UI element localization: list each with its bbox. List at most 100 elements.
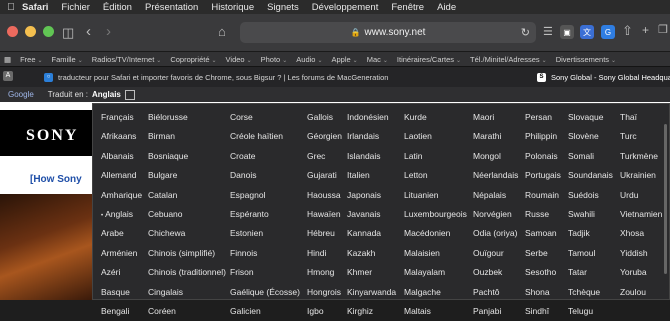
language-item[interactable]: Philippin — [525, 127, 561, 146]
language-item[interactable]: Espéranto — [230, 205, 300, 224]
language-item[interactable]: Turc — [620, 127, 662, 146]
tab-macgeneration[interactable]: ○ traducteur pour Safari et importer fav… — [44, 71, 534, 83]
language-item[interactable]: Mongol — [473, 147, 518, 166]
language-item[interactable]: Frison — [230, 263, 300, 282]
language-item[interactable]: Thaï — [620, 108, 662, 127]
fav-free[interactable]: Free ⌄ — [20, 55, 42, 64]
language-item[interactable]: Hawaïen — [307, 205, 342, 224]
language-item[interactable]: Birman — [148, 127, 226, 146]
close-window-button[interactable] — [7, 26, 18, 37]
language-item[interactable]: Luxembourgeois — [404, 205, 467, 224]
language-item[interactable]: Croate — [230, 147, 300, 166]
sony-logo[interactable]: SONY — [26, 127, 78, 145]
language-item[interactable]: Zoulou — [620, 283, 662, 302]
language-item[interactable]: Slovène — [568, 127, 613, 146]
language-item[interactable]: Bulgare — [148, 166, 226, 185]
fav-copropriete[interactable]: Copropriété ⌄ — [170, 55, 216, 64]
pinned-tab-icon[interactable]: A — [3, 71, 13, 81]
language-item[interactable]: Suédois — [568, 186, 613, 205]
language-item[interactable]: Polonais — [525, 147, 561, 166]
language-item[interactable]: Gallois — [307, 108, 342, 127]
language-item[interactable]: Gaélique (Écosse) — [230, 283, 300, 302]
dropdown-scrollbar[interactable] — [664, 124, 667, 274]
language-item[interactable]: Néerlandais — [473, 166, 518, 185]
language-item[interactable]: Chinois (traditionnel) — [148, 263, 226, 282]
language-item[interactable]: Népalais — [473, 186, 518, 205]
language-item[interactable]: Tatar — [568, 263, 613, 282]
language-item[interactable]: Laotien — [404, 127, 467, 146]
language-item[interactable]: Bosniaque — [148, 147, 226, 166]
language-item[interactable]: Persan — [525, 108, 561, 127]
language-item[interactable]: Ouïgour — [473, 244, 518, 263]
language-item[interactable]: Azéri — [101, 263, 142, 282]
language-item[interactable]: Somali — [568, 147, 613, 166]
language-item[interactable]: • Anglais — [101, 205, 142, 224]
language-item[interactable]: Xhosa — [620, 224, 662, 243]
fav-mac[interactable]: Mac ⌄ — [367, 55, 388, 64]
language-item[interactable]: Ouzbek — [473, 263, 518, 282]
language-item[interactable]: Basque — [101, 283, 142, 302]
menu-signets[interactable]: Signets — [267, 2, 299, 13]
language-item[interactable]: Danois — [230, 166, 300, 185]
language-item[interactable]: Corse — [230, 108, 300, 127]
fav-audio[interactable]: Audio ⌄ — [296, 55, 322, 64]
language-item[interactable]: Hébreu — [307, 224, 342, 243]
language-item[interactable]: Kurde — [404, 108, 467, 127]
grid-icon[interactable]: ▦ — [4, 55, 11, 64]
language-item[interactable]: Samoan — [525, 224, 561, 243]
language-item[interactable]: Pachtô — [473, 283, 518, 302]
language-item[interactable]: Kirghiz — [347, 302, 396, 321]
language-item[interactable]: Tadjik — [568, 224, 613, 243]
language-item[interactable]: Hongrois — [307, 283, 342, 302]
language-item[interactable]: Estonien — [230, 224, 300, 243]
tab-overview-icon[interactable]: ❐ — [658, 24, 668, 37]
language-item[interactable]: Shona — [525, 283, 561, 302]
language-item[interactable]: Français — [101, 108, 142, 127]
language-item[interactable]: Swahili — [568, 205, 613, 224]
language-item[interactable]: Odia (oriya) — [473, 224, 518, 243]
language-item[interactable]: Kannada — [347, 224, 396, 243]
language-item[interactable]: Tchèque — [568, 283, 613, 302]
reload-icon[interactable]: ↻ — [521, 26, 530, 39]
language-item[interactable]: Vietnamien — [620, 205, 662, 224]
apple-icon[interactable]:  — [0, 2, 22, 13]
language-item[interactable]: Grec — [307, 147, 342, 166]
language-item[interactable]: Gujarati — [307, 166, 342, 185]
language-item[interactable]: Kinyarwanda — [347, 283, 396, 302]
language-item[interactable]: Arabe — [101, 224, 142, 243]
page-heading[interactable]: [How Sony — [30, 174, 82, 185]
language-item[interactable]: Maltais — [404, 302, 467, 321]
reader-icon[interactable]: ☰ — [543, 26, 553, 39]
language-item[interactable]: Soundanais — [568, 166, 613, 185]
language-item[interactable]: Tamoul — [568, 244, 613, 263]
language-item[interactable]: Roumain — [525, 186, 561, 205]
menu-developpement[interactable]: Développement — [312, 2, 379, 13]
menu-fichier[interactable]: Fichier — [61, 2, 90, 13]
language-item[interactable]: Chichewa — [148, 224, 226, 243]
fav-divertissements[interactable]: Divertissements ⌄ — [556, 55, 616, 64]
fav-radios[interactable]: Radios/TV/Internet ⌄ — [92, 55, 162, 64]
minimize-window-button[interactable] — [25, 26, 36, 37]
language-item[interactable]: Telugu — [568, 302, 613, 321]
language-item[interactable]: Irlandais — [347, 127, 396, 146]
language-item[interactable]: Slovaque — [568, 108, 613, 127]
back-icon[interactable]: ‹ — [86, 24, 91, 39]
language-item[interactable]: Malayalam — [404, 263, 467, 282]
fav-photo[interactable]: Photo ⌄ — [261, 55, 288, 64]
extension-icon-3[interactable]: G — [601, 25, 615, 39]
home-icon[interactable]: ⌂ — [218, 25, 226, 38]
language-item[interactable]: Cebuano — [148, 205, 226, 224]
language-item[interactable]: Coréen — [148, 302, 226, 321]
language-item[interactable]: Bengali — [101, 302, 142, 321]
zoom-window-button[interactable] — [43, 26, 54, 37]
language-item[interactable]: Cingalais — [148, 283, 226, 302]
language-item[interactable]: Turkmène — [620, 147, 662, 166]
language-item[interactable]: Khmer — [347, 263, 396, 282]
language-item[interactable]: Norvégien — [473, 205, 518, 224]
language-item[interactable]: Russe — [525, 205, 561, 224]
new-tab-icon[interactable]: + — [642, 24, 649, 37]
share-icon[interactable]: ⇧ — [622, 24, 633, 37]
language-item[interactable]: Italien — [347, 166, 396, 185]
fav-tel[interactable]: Tél./Minitel/Adresses ⌄ — [470, 55, 547, 64]
menu-historique[interactable]: Historique — [211, 2, 254, 13]
